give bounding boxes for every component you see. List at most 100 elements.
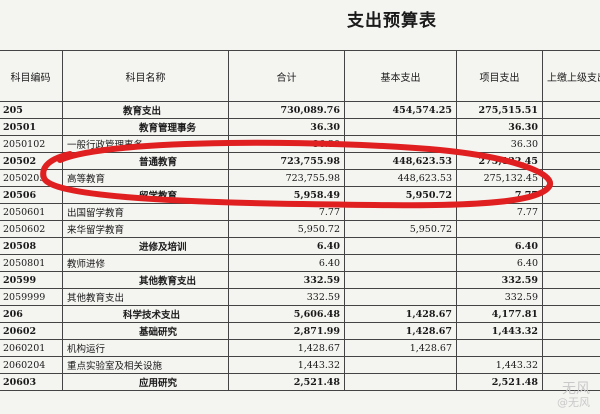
row-code: 20602	[0, 322, 63, 340]
row-code: 2059999	[0, 288, 63, 306]
table-row: 20599 其他教育支出 332.59 332.59	[0, 271, 600, 289]
row-code: 20508	[0, 237, 63, 255]
table-row: 2050601 出国留学教育 7.77 7.77	[0, 203, 600, 221]
row-total: 2,521.48	[228, 373, 345, 391]
row-total: 7.77	[228, 203, 345, 221]
table-row: 20603 应用研究 2,521.48 2,521.48	[0, 373, 600, 391]
row-basic: 448,623.53	[344, 152, 457, 170]
row-project: 36.30	[456, 118, 543, 136]
column-header-upper: 上缴上级支出	[542, 50, 600, 102]
row-total: 5,950.72	[228, 220, 345, 238]
row-code: 20603	[0, 373, 63, 391]
row-upper	[542, 271, 600, 289]
row-basic	[344, 135, 457, 153]
row-code: 2050602	[0, 220, 63, 238]
table-row: 206 科学技术支出 5,606.48 1,428.67 4,177.81	[0, 305, 600, 323]
row-basic	[344, 254, 457, 272]
row-project: 7.77	[456, 186, 543, 204]
row-name: 来华留学教育	[62, 220, 229, 238]
row-project: 275,132.45	[456, 169, 543, 187]
row-total: 723,755.98	[228, 152, 345, 170]
row-name: 重点实验室及相关设施	[62, 356, 229, 374]
row-upper	[542, 288, 600, 306]
page-title: 支出预算表	[347, 11, 437, 31]
row-upper	[542, 152, 600, 170]
row-upper	[542, 356, 600, 374]
table-row: 20501 教育管理事务 36.30 36.30	[0, 118, 600, 136]
row-basic	[344, 356, 457, 374]
row-project: 7.77	[456, 203, 543, 221]
column-header-name: 科目名称	[62, 50, 229, 102]
row-upper	[542, 237, 600, 255]
row-project: 1,443.32	[456, 356, 543, 374]
column-header-basic: 基本支出	[344, 50, 457, 102]
row-name: 出国留学教育	[62, 203, 229, 221]
row-name: 其他教育支出	[62, 288, 229, 306]
row-upper	[542, 186, 600, 204]
row-upper	[542, 135, 600, 153]
row-name: 留学教育	[62, 186, 229, 204]
row-basic	[344, 373, 457, 391]
table-row: 20602 基础研究 2,871.99 1,428.67 1,443.32	[0, 322, 600, 340]
row-name: 其他教育支出	[62, 271, 229, 289]
row-project: 1,443.32	[456, 322, 543, 340]
row-total: 1,428.67	[228, 339, 345, 357]
row-upper	[542, 101, 600, 119]
row-basic	[344, 271, 457, 289]
row-code: 2050102	[0, 135, 63, 153]
row-upper	[542, 305, 600, 323]
row-name: 教育管理事务	[62, 118, 229, 136]
budget-table: 科目编码 科目名称 合计 基本支出 项目支出 上缴上级支出 205教育支出730…	[0, 50, 600, 391]
row-name: 一般行政管理事务	[62, 135, 229, 153]
row-project	[456, 339, 543, 357]
row-total: 6.40	[228, 237, 345, 255]
row-project: 332.59	[456, 288, 543, 306]
row-total: 5,958.49	[228, 186, 345, 204]
row-total: 332.59	[228, 271, 345, 289]
row-project: 275,132.45	[456, 152, 543, 170]
table-row: 2050102 一般行政管理事务 36.30 36.30	[0, 135, 600, 153]
row-name: 机构运行	[62, 339, 229, 357]
row-name: 应用研究	[62, 373, 229, 391]
row-basic	[344, 237, 457, 255]
row-project: 275,515.51	[456, 101, 543, 119]
row-project	[456, 220, 543, 238]
row-upper	[542, 203, 600, 221]
table-row: 20506 留学教育 5,958.49 5,950.72 7.77	[0, 186, 600, 204]
table-row: 2050205 高等教育 723,755.98 448,623.53 275,132.4…	[0, 169, 600, 187]
row-upper	[542, 339, 600, 357]
row-basic: 1,428.67	[344, 305, 457, 323]
table-row: 20502 普通教育 723,755.98 448,623.53 275,132.45	[0, 152, 600, 170]
row-basic: 1,428.67	[344, 322, 457, 340]
row-project: 2,521.48	[456, 373, 543, 391]
row-upper	[542, 322, 600, 340]
row-code: 2050801	[0, 254, 63, 272]
row-code: 20502	[0, 152, 63, 170]
row-basic	[344, 118, 457, 136]
row-project: 36.30	[456, 135, 543, 153]
row-code: 206	[0, 305, 63, 323]
table-row: 2060204 重点实验室及相关设施 1,443.32 1,443.32	[0, 356, 600, 374]
row-name: 科学技术支出	[62, 305, 229, 323]
row-project: 6.40	[456, 237, 543, 255]
row-project: 332.59	[456, 271, 543, 289]
row-code: 20506	[0, 186, 63, 204]
table-row: 2059999 其他教育支出 332.59 332.59	[0, 288, 600, 306]
table-header-row: 科目编码 科目名称 合计 基本支出 项目支出 上缴上级支出	[0, 50, 600, 102]
table-row: 2050602 来华留学教育 5,950.72 5,950.72	[0, 220, 600, 238]
row-name: 进修及培训	[62, 237, 229, 255]
row-total: 730,089.76	[228, 101, 345, 119]
row-total: 5,606.48	[228, 305, 345, 323]
row-name: 基础研究	[62, 322, 229, 340]
table-row: 20508 进修及培训 6.40 6.40	[0, 237, 600, 255]
table-row: 205 教育支出 730,089.76 454,574.25 275,515.51	[0, 101, 600, 119]
row-name: 普通教育	[62, 152, 229, 170]
row-basic: 454,574.25	[344, 101, 457, 119]
row-basic	[344, 203, 457, 221]
row-upper	[542, 169, 600, 187]
row-total: 332.59	[228, 288, 345, 306]
row-code: 20501	[0, 118, 63, 136]
row-basic: 5,950.72	[344, 220, 457, 238]
row-basic: 5,950.72	[344, 186, 457, 204]
table-row: 2060201 机构运行 1,428.67 1,428.67	[0, 339, 600, 357]
